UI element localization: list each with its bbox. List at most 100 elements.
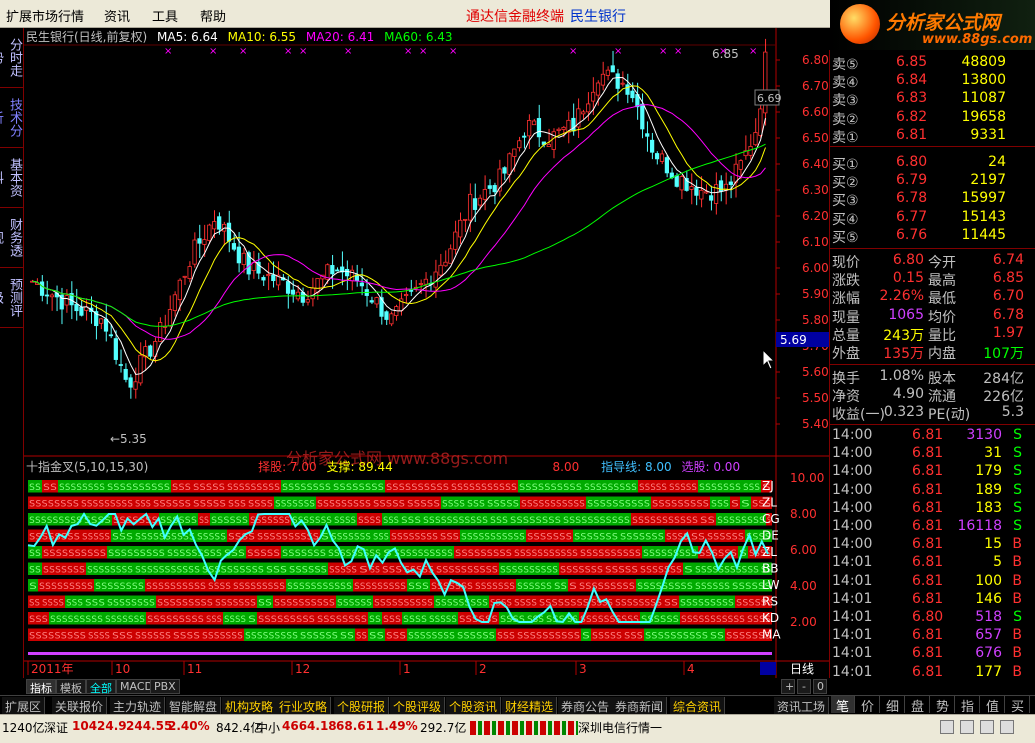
fin-label: 流通 bbox=[928, 389, 956, 406]
tab-all[interactable]: 全部 bbox=[86, 679, 116, 695]
row-label: ZJ bbox=[762, 479, 774, 493]
candle-body bbox=[197, 238, 202, 244]
tick-volume: 189 bbox=[975, 481, 1002, 498]
tab-intraday[interactable]: 分时走势 bbox=[0, 28, 24, 88]
right-tab[interactable]: 势 bbox=[931, 696, 955, 715]
lock-icon[interactable] bbox=[940, 720, 954, 734]
func-tab[interactable]: 个股评级 bbox=[390, 697, 446, 714]
y-tick-label: 6.80 bbox=[802, 53, 829, 67]
menu-news[interactable]: 资讯 bbox=[104, 6, 130, 25]
row-label: MA bbox=[762, 628, 781, 642]
func-tab[interactable]: 综合资讯 bbox=[670, 697, 726, 714]
func-tab[interactable]: 财经精选 bbox=[502, 697, 558, 714]
func-tab[interactable]: 智能解盘 bbox=[166, 697, 222, 714]
tab-rating[interactable]: 预测评级 bbox=[0, 268, 24, 328]
tick-row: 14:01 6.81 676 B bbox=[830, 645, 1035, 663]
tick-volume: 518 bbox=[975, 609, 1002, 625]
scroll-marker[interactable] bbox=[760, 662, 776, 675]
fin-value: 1.08% bbox=[879, 368, 924, 384]
tick-side: S bbox=[1013, 427, 1022, 443]
stat-label: 均价 bbox=[928, 309, 956, 326]
func-tab[interactable]: 机构攻略 bbox=[222, 697, 278, 714]
tick-time: 14:01 bbox=[832, 572, 873, 589]
tab-pbx[interactable]: PBX bbox=[150, 679, 180, 694]
row-label: ZL bbox=[762, 496, 777, 510]
menu-ext-market[interactable]: 扩展市场行情 bbox=[6, 6, 84, 25]
tab-financial[interactable]: 财务透视 bbox=[0, 208, 24, 268]
zoom-out-button[interactable]: - bbox=[797, 679, 811, 694]
func-tab[interactable]: 关联报价 bbox=[52, 697, 108, 714]
stat-label: 最高 bbox=[928, 273, 956, 290]
signal-band-text: SSSSSSSSS bbox=[227, 483, 280, 493]
right-tab[interactable]: 价 bbox=[856, 696, 880, 715]
func-tab[interactable]: 券商公告 bbox=[558, 697, 614, 714]
signal-band-text: SSS bbox=[408, 582, 429, 592]
zoom-in-button[interactable]: + bbox=[781, 679, 795, 694]
candle-body bbox=[49, 294, 55, 298]
right-tab[interactable]: 笔 bbox=[831, 696, 855, 715]
candle-body bbox=[266, 274, 271, 277]
y-tick-label: 6.70 bbox=[802, 79, 829, 93]
func-tab[interactable]: 行业攻略 bbox=[276, 697, 332, 714]
signal-band-text: S bbox=[684, 566, 693, 576]
right-tab[interactable]: 盘 bbox=[906, 696, 930, 715]
tab-indicator[interactable]: 指标 bbox=[26, 679, 56, 695]
y-tick-label: 6.20 bbox=[802, 209, 829, 223]
bid-volume: 15997 bbox=[961, 190, 1006, 207]
func-tab[interactable]: 扩展区 bbox=[2, 697, 46, 714]
candle-body bbox=[133, 381, 138, 390]
menu-tools[interactable]: 工具 bbox=[152, 6, 178, 25]
candle-body bbox=[98, 318, 104, 324]
tick-price: 6.80 bbox=[912, 609, 944, 625]
right-tab[interactable]: 细 bbox=[881, 696, 905, 715]
candle-body bbox=[330, 265, 335, 275]
stat-value: 6.78 bbox=[992, 306, 1024, 323]
signal-band-text: SS bbox=[29, 566, 41, 576]
tab-template[interactable]: 模板 bbox=[56, 679, 86, 695]
right-tab[interactable]: 值 bbox=[981, 696, 1005, 715]
signal-band-text: SSSSSSS bbox=[215, 599, 256, 609]
zoom-reset-button[interactable]: 0 bbox=[813, 679, 827, 694]
func-tab[interactable]: 个股研报 bbox=[334, 697, 390, 714]
menu-help[interactable]: 帮助 bbox=[200, 6, 226, 25]
candle-body bbox=[158, 322, 163, 342]
candle-body bbox=[404, 294, 409, 297]
candle-body bbox=[39, 281, 45, 296]
monitor-icon[interactable] bbox=[980, 720, 994, 734]
tab-profile[interactable]: 基本资料 bbox=[0, 148, 24, 208]
network-icon[interactable] bbox=[1000, 720, 1014, 734]
stat-value: 6.85 bbox=[992, 270, 1024, 287]
stat-value: 0.15 bbox=[892, 270, 924, 287]
signal-band-text: SSSSSSSSS bbox=[147, 615, 204, 625]
fin-label: 净资 bbox=[832, 389, 860, 406]
signal-band-text: S bbox=[731, 500, 739, 510]
signal-band-text: SSSSSSSSSSS bbox=[451, 483, 517, 493]
func-tab[interactable]: 个股资讯 bbox=[446, 697, 502, 714]
right-tab[interactable]: 指 bbox=[956, 696, 980, 715]
func-tab[interactable]: 资讯工场 bbox=[774, 697, 830, 714]
signal-band-text: SSSSSSS bbox=[202, 632, 243, 642]
tick-price: 6.81 bbox=[912, 590, 944, 607]
bid-row: 买② 6.79 2197 bbox=[830, 172, 1035, 191]
status-zx-label: 中小 bbox=[256, 721, 281, 735]
fin-value: 284亿 bbox=[983, 371, 1024, 387]
signal-band-text: SSSSSS bbox=[153, 500, 191, 510]
tab-technical[interactable]: 技术分析 bbox=[0, 88, 24, 148]
right-tab[interactable]: 买 bbox=[1006, 696, 1030, 715]
tick-price: 6.81 bbox=[912, 499, 944, 516]
ask-label: 卖④ bbox=[832, 75, 859, 92]
candle-body bbox=[290, 289, 296, 295]
signal-band-text: SSSSS bbox=[407, 500, 440, 510]
tick-side: B bbox=[1012, 536, 1022, 553]
func-tab[interactable]: 主力轨迹 bbox=[110, 697, 166, 714]
sound-icon[interactable] bbox=[960, 720, 974, 734]
period-label[interactable]: 日线 bbox=[790, 662, 814, 676]
candle-body bbox=[453, 231, 458, 250]
tick-side: S bbox=[1013, 499, 1022, 516]
signal-band-text: SSSSSSSSSS bbox=[580, 615, 639, 625]
stat-value: 6.74 bbox=[992, 252, 1024, 268]
tick-volume: 183 bbox=[975, 499, 1002, 516]
chart-area[interactable]: 6.80 6.70 6.60 6.50 6.40 6.30 6.20 6.10 6.00 5.90… bbox=[24, 28, 829, 678]
ind-y-label: 2.00 bbox=[790, 615, 817, 629]
func-tab[interactable]: 券商新闻 bbox=[612, 697, 668, 714]
